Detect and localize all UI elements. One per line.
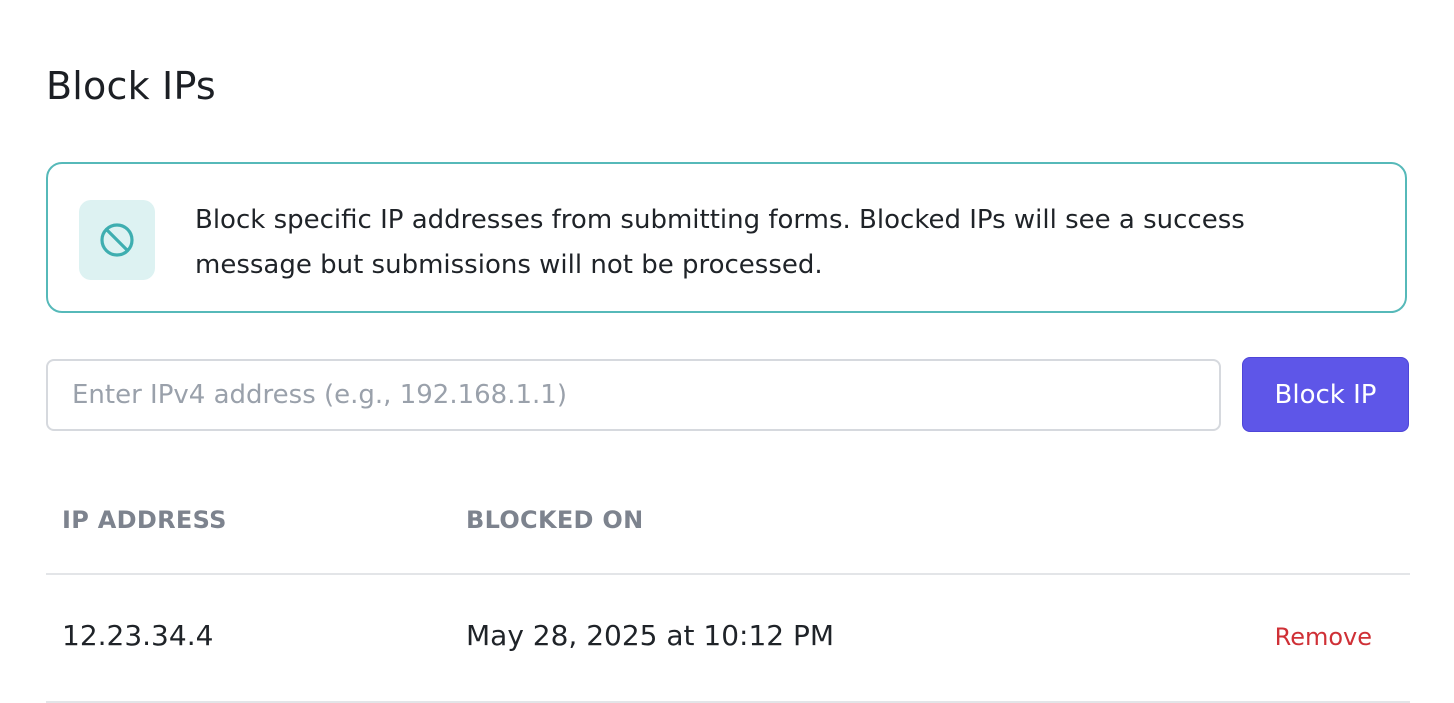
table-row: 12.23.34.4 May 28, 2025 at 10:12 PM Remo… [46, 575, 1410, 703]
table-header: IP ADDRESS BLOCKED ON [46, 470, 1410, 575]
ip-address-cell: 12.23.34.4 [62, 619, 214, 652]
page-title: Block IPs [46, 64, 216, 108]
column-header-ip-address: IP ADDRESS [62, 506, 227, 534]
blocked-ips-table: IP ADDRESS BLOCKED ON 12.23.34.4 May 28,… [46, 470, 1410, 703]
info-callout: Block specific IP addresses from submitt… [46, 162, 1407, 313]
block-icon [100, 223, 134, 257]
block-ip-button[interactable]: Block IP [1242, 357, 1409, 432]
info-icon-container [79, 200, 155, 280]
ip-address-input[interactable] [46, 359, 1221, 431]
blocked-on-cell: May 28, 2025 at 10:12 PM [466, 619, 835, 652]
column-header-blocked-on: BLOCKED ON [466, 506, 644, 534]
info-text: Block specific IP addresses from submitt… [195, 205, 1245, 280]
remove-button[interactable]: Remove [1275, 623, 1372, 651]
